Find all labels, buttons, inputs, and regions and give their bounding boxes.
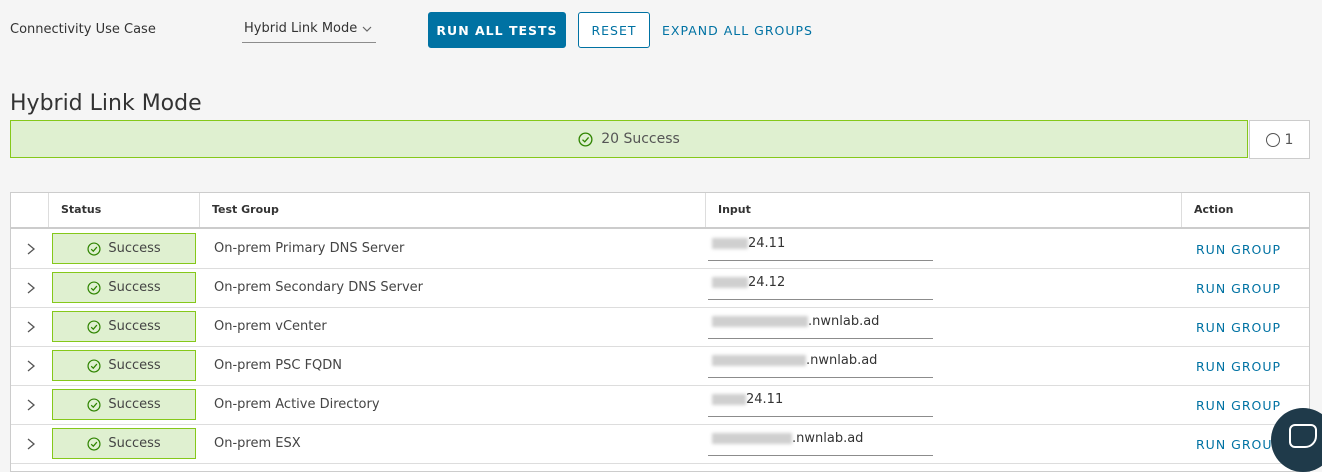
page-title: Hybrid Link Mode [10,90,202,116]
input-field[interactable]: 24.11 [708,236,933,261]
check-circle-icon [87,397,101,412]
mode-select-value: Hybrid Link Mode [244,21,358,36]
circle-icon [1265,132,1280,147]
redacted-value [712,316,808,327]
chat-icon [1289,424,1317,448]
chevron-right-icon[interactable] [25,359,37,373]
table-header: Status Test Group Input Action [11,193,1309,229]
run-group-button[interactable]: RUN GROUP [1196,320,1281,335]
success-summary-bar[interactable]: 20 Success [10,120,1248,158]
input-field[interactable]: 24.12 [708,275,933,300]
run-all-tests-button[interactable]: RUN ALL TESTS [428,12,566,48]
input-column-header[interactable]: Input [705,193,1181,227]
success-summary-text: 20 Success [601,131,680,147]
input-value: .nwnlab.ad [806,353,878,368]
status-badge: Success [52,428,196,459]
status-text: Success [108,241,161,256]
test-group-name: On-prem PSC FQDN [214,358,343,373]
redacted-value [712,277,748,288]
input-field[interactable]: .nwnlab.ad [708,314,933,339]
input-value: .nwnlab.ad [792,431,864,446]
redacted-value [712,433,792,444]
chevron-right-icon[interactable] [25,281,37,295]
table-row: Success On-prem PSC FQDN .nwnlab.ad RUN … [11,347,1309,386]
status-text: Success [108,319,161,334]
input-value: 24.11 [748,236,786,251]
expand-all-groups-button[interactable]: EXPAND ALL GROUPS [662,12,820,48]
check-circle-icon [578,131,593,147]
test-group-name: On-prem vCenter [214,319,327,334]
chevron-right-icon[interactable] [25,437,37,451]
status-badge: Success [52,233,196,264]
redacted-value [712,355,806,366]
run-group-button[interactable]: RUN GROUP [1196,281,1281,296]
chevron-right-icon[interactable] [25,398,37,412]
input-value: 24.11 [746,392,784,407]
chevron-down-icon [362,26,372,32]
input-value: 24.12 [748,275,786,290]
test-group-name: On-prem Active Directory [214,397,380,412]
reset-button[interactable]: RESET [578,12,650,48]
run-group-button[interactable]: RUN GROUP [1196,437,1281,452]
check-circle-icon [87,280,101,295]
run-group-button[interactable]: RUN GROUP [1196,398,1281,413]
table-row: Success On-prem Primary DNS Server 24.11… [11,230,1309,269]
test-group-column-header[interactable]: Test Group [199,193,705,227]
input-value: .nwnlab.ad [808,314,880,329]
table-row: Success On-prem vCenter .nwnlab.ad RUN G… [11,308,1309,347]
status-badge: Success [52,272,196,303]
mode-select[interactable]: Hybrid Link Mode [242,18,376,43]
table-row: Success On-prem Active Directory 24.11 R… [11,386,1309,425]
table-row: Success On-prem ESX .nwnlab.ad RUN GROUP [11,425,1309,464]
status-badge: Success [52,311,196,342]
test-group-name: On-prem Secondary DNS Server [214,280,423,295]
status-text: Success [108,280,161,295]
status-text: Success [108,436,161,451]
action-column-header[interactable]: Action [1181,193,1309,227]
status-text: Success [108,358,161,373]
redacted-value [712,238,748,249]
check-circle-icon [87,241,101,256]
test-group-name: On-prem Primary DNS Server [214,241,405,256]
status-badge: Success [52,350,196,381]
run-group-button[interactable]: RUN GROUP [1196,242,1281,257]
use-case-label: Connectivity Use Case [10,22,156,37]
test-group-name: On-prem ESX [214,436,301,451]
table-row: Success On-prem Secondary DNS Server 24.… [11,269,1309,308]
check-circle-icon [87,319,101,334]
input-field[interactable]: .nwnlab.ad [708,431,933,456]
chevron-right-icon[interactable] [25,242,37,256]
input-field[interactable]: .nwnlab.ad [708,353,933,378]
redacted-value [712,394,746,405]
run-group-button[interactable]: RUN GROUP [1196,359,1281,374]
status-text: Success [108,397,161,412]
status-badge: Success [52,389,196,420]
check-circle-icon [87,436,101,451]
toolbar: Connectivity Use Case Hybrid Link Mode R… [10,12,1310,48]
test-groups-table: Status Test Group Input Action Success O… [10,192,1310,472]
check-circle-icon [87,358,101,373]
input-field[interactable]: 24.11 [708,392,933,417]
pending-summary[interactable]: 1 [1249,120,1310,159]
chevron-right-icon[interactable] [25,320,37,334]
pending-count: 1 [1284,131,1294,148]
status-column-header[interactable]: Status [48,193,199,227]
